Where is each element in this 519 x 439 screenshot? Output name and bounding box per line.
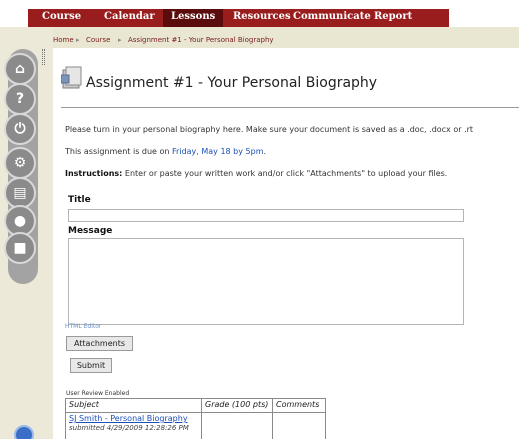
- rail-resize-handle[interactable]: [42, 49, 45, 65]
- message-label: Message: [68, 226, 113, 236]
- nav-item-resources[interactable]: Resources: [233, 11, 291, 22]
- breadcrumb-separator-icon: ▸: [76, 36, 80, 44]
- html-editor-link[interactable]: HTML Editor: [65, 323, 101, 330]
- gear-icon[interactable]: ⚙: [4, 147, 36, 179]
- document-icon: [61, 66, 82, 89]
- grade-cell: [201, 412, 273, 439]
- breadcrumb-home[interactable]: Home: [53, 36, 74, 44]
- table-row: SJ Smith - Personal Biography submitted …: [65, 412, 326, 439]
- instructions-label: Instructions:: [65, 169, 123, 178]
- submit-button[interactable]: Submit: [70, 358, 112, 373]
- attachments-button[interactable]: Attachments: [66, 336, 133, 351]
- title-divider: [61, 107, 519, 108]
- column-header-comments: Comments: [272, 398, 326, 413]
- title-label: Title: [68, 195, 91, 205]
- user-review-label: User Review Enabled: [66, 390, 130, 397]
- title-input[interactable]: [68, 209, 464, 222]
- nav-item-lessons[interactable]: Lessons: [163, 9, 224, 27]
- nav-item-report[interactable]: Report: [374, 11, 412, 22]
- breadcrumb: Home ▸ Course ▸ Assignment #1 - Your Per…: [53, 27, 519, 48]
- subject-cell: SJ Smith - Personal Biography submitted …: [65, 412, 202, 439]
- submission-link[interactable]: SJ Smith - Personal Biography: [69, 414, 188, 423]
- due-date-line: This assignment is due on Friday, May 18…: [65, 147, 266, 156]
- status-orb-icon[interactable]: [14, 425, 34, 439]
- table-header-row: Subject Grade (100 pts) Comments: [65, 398, 326, 413]
- submissions-table: Subject Grade (100 pts) Comments SJ Smit…: [65, 398, 326, 439]
- breadcrumb-assignment[interactable]: Assignment #1 - Your Personal Biography: [128, 36, 274, 44]
- nav-item-course[interactable]: Course: [42, 11, 81, 22]
- page-title: Assignment #1 - Your Personal Biography: [86, 75, 378, 91]
- help-icon[interactable]: ?: [4, 83, 36, 115]
- instructions-line: Please turn in your personal biography h…: [65, 125, 474, 134]
- breadcrumb-separator-icon: ▸: [118, 36, 122, 44]
- comments-cell: [272, 412, 326, 439]
- chat-icon[interactable]: ■: [4, 232, 36, 264]
- left-rail: ⌂ ? ⏻ ⚙ ▤ ● ■: [0, 27, 53, 439]
- due-date: Friday, May 18 by 5pm: [172, 147, 264, 156]
- nav-item-communicate[interactable]: Communicate: [293, 11, 371, 22]
- due-suffix: .: [263, 147, 267, 156]
- message-textarea[interactable]: [68, 238, 464, 325]
- nav-item-calendar[interactable]: Calendar: [104, 11, 155, 22]
- instructions-text: Enter or paste your written work and/or …: [122, 169, 448, 178]
- breadcrumb-course[interactable]: Course: [86, 36, 110, 44]
- column-header-grade: Grade (100 pts): [201, 398, 273, 413]
- main-content: Assignment #1 - Your Personal Biography …: [53, 48, 519, 439]
- power-icon[interactable]: ⏻: [4, 113, 36, 145]
- due-prefix: This assignment is due on: [65, 147, 173, 156]
- instructions-paragraph: Instructions: Enter or paste your writte…: [65, 169, 447, 178]
- home-icon[interactable]: ⌂: [4, 53, 36, 85]
- submitted-timestamp: submitted 4/29/2009 12:28:26 PM: [69, 424, 189, 432]
- top-nav: Course Calendar Lessons Resources Commun…: [0, 0, 519, 27]
- column-header-subject: Subject: [65, 398, 202, 413]
